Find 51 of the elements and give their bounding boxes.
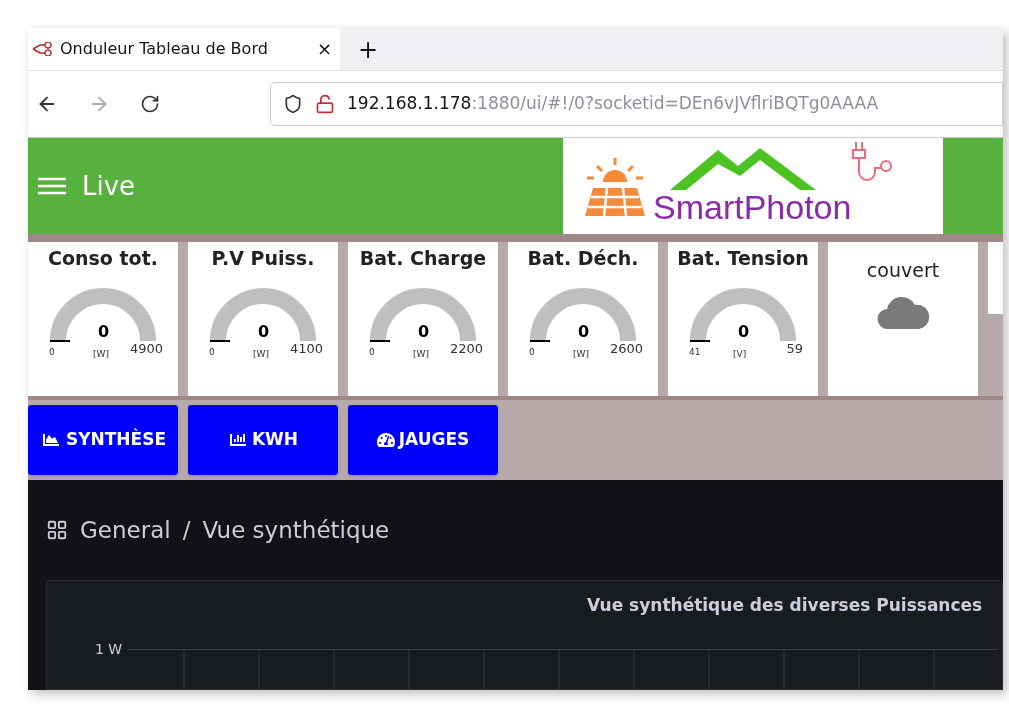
logo-wordmark: SmartPhoton: [653, 190, 852, 224]
gauge-min: 0: [49, 346, 55, 358]
breadcrumb-item: /: [182, 515, 191, 545]
breadcrumb-item: General: [80, 515, 171, 545]
gauge-value: 0: [578, 324, 590, 340]
insecure-lock-icon: [315, 94, 335, 114]
shield-icon: [283, 94, 303, 114]
gauge-unit: [V]: [733, 348, 747, 360]
browser-tab[interactable]: Onduleur Tableau de Bord ×: [28, 28, 340, 70]
gauge-title: Bat. Charge: [359, 246, 487, 270]
url-text: 192.168.1.178:1880/ui/#!/0?socketid=DEn6vJVflriBQTg0AAAA: [347, 92, 879, 116]
gauge-title: Conso tot.: [48, 246, 158, 270]
gauge-max: 4100: [289, 341, 323, 357]
flow-icon: [32, 42, 52, 56]
tab-title: Onduleur Tableau de Bord: [60, 38, 268, 60]
chart-title: Vue synthétique des diverses Puissances: [587, 594, 984, 617]
gauge-icon: [376, 432, 395, 448]
gauge-max: 2600: [609, 341, 643, 357]
axis-tick-label: 1 W: [95, 640, 123, 657]
gauge-value: 0: [738, 324, 750, 340]
address-field[interactable]: 192.168.1.178:1880/ui/#!/0?socketid=DEn6vJVflriBQTg0AAAA: [270, 82, 1003, 126]
nav-button[interactable]: JAUGES: [348, 405, 498, 475]
close-tab-button[interactable]: ×: [316, 40, 332, 58]
new-tab-button[interactable]: +: [358, 38, 379, 62]
gauge-title: P.V Puiss.: [211, 246, 315, 270]
gauge-unit: [W]: [573, 348, 589, 360]
gauge-unit: [W]: [413, 348, 429, 360]
gauge-max: 2200: [449, 341, 483, 357]
gauge-max: 59: [786, 341, 803, 357]
dashboard-grid-icon: [46, 519, 68, 541]
gauge-title: Bat. Déch.: [527, 246, 639, 270]
breadcrumb-item: Vue synthétique: [202, 515, 390, 545]
header-title: Live: [82, 169, 136, 203]
gauge-unit: [W]: [253, 348, 269, 360]
gauge-min: 0: [369, 346, 375, 358]
gauge-unit: [W]: [93, 348, 109, 360]
gauge-max: 4900: [129, 341, 163, 357]
gauge-value: 0: [258, 324, 270, 340]
menu-icon[interactable]: [38, 176, 66, 196]
gauge-min: 0: [209, 346, 215, 358]
bar-chart-icon: [227, 432, 248, 448]
gauge-title: Bat. Tension: [677, 246, 809, 270]
nav-button[interactable]: SYNTHÈSE: [28, 405, 178, 475]
reload-icon[interactable]: [140, 94, 160, 114]
gauge-min: 0: [529, 346, 535, 358]
weather-label: couvert: [866, 258, 940, 283]
gauge-value: 0: [98, 324, 110, 340]
gauge-min: 41: [689, 346, 701, 358]
nav-button[interactable]: KWH: [188, 405, 338, 475]
gauge-value: 0: [418, 324, 430, 340]
solar-panel-icon: [583, 156, 647, 218]
